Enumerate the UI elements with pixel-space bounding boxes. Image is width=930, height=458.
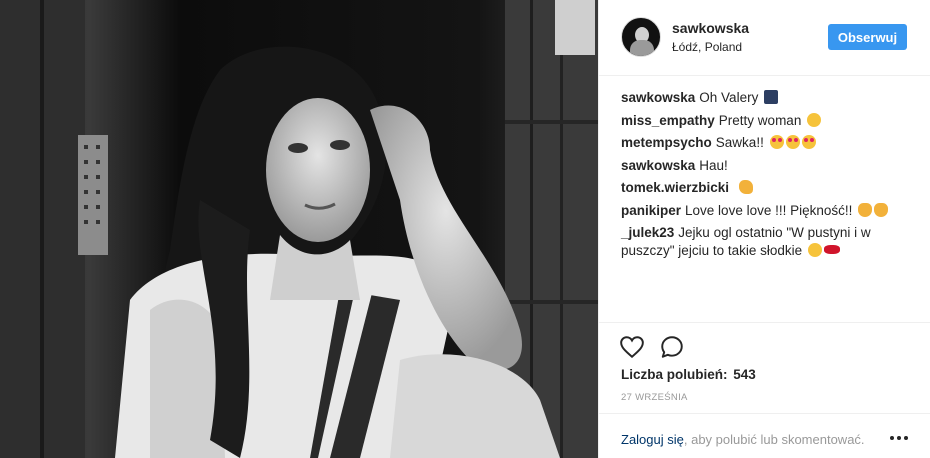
comment-username[interactable]: metempsycho [621, 135, 712, 150]
camera-emoji-icon [764, 90, 779, 104]
comment-username[interactable]: panikiper [621, 203, 681, 218]
follow-button[interactable]: Obserwuj [828, 24, 907, 50]
post-photo[interactable] [0, 0, 598, 458]
actions-divider [599, 322, 930, 323]
comment-item: _julek23 Jejku ogl ostatnio "W pustyni i … [621, 224, 911, 260]
comment-username[interactable]: _julek23 [621, 225, 674, 240]
comment-item: miss_empathy Pretty woman [621, 112, 911, 130]
speech-bubble-icon [661, 336, 683, 358]
login-link[interactable]: Zaloguj się [621, 432, 684, 447]
comment-username[interactable]: tomek.wierzbicki [621, 180, 729, 195]
post-sidebar: sawkowska Łódź, Poland Obserwuj sawkowsk… [598, 0, 930, 458]
ok-hand-emoji-icon [858, 202, 873, 217]
ok-hand-emoji-icon [874, 202, 889, 217]
login-prompt: Zaloguj się, aby polubić lub skomentować… [621, 432, 865, 447]
heart-eyes-emoji-icon [785, 135, 800, 149]
likes-number: 543 [733, 367, 756, 382]
lips-emoji-icon [823, 245, 840, 254]
header-username[interactable]: sawkowska [672, 20, 749, 36]
photo-image [0, 0, 598, 458]
heart-outline-icon [620, 336, 644, 359]
post-date: 27 września [621, 392, 688, 403]
comment-text: Oh Valery [699, 90, 759, 105]
heart-eyes-emoji-icon [801, 135, 816, 149]
comment-username[interactable]: miss_empathy [621, 113, 715, 128]
comment-text: Hau! [699, 157, 728, 173]
post-header: sawkowska Łódź, Poland Obserwuj [599, 0, 930, 76]
comment-item: tomek.wierzbicki [621, 179, 911, 197]
heart-eyes-emoji-icon [769, 135, 784, 149]
comment-item: metempsycho Sawka!! [621, 134, 911, 152]
comment-button[interactable] [659, 334, 685, 360]
comment-item: sawkowska Oh Valery [621, 89, 911, 107]
more-options-icon[interactable] [890, 434, 910, 442]
comment-text: Love love love !!! Piękność!! [685, 202, 853, 218]
like-button[interactable] [619, 334, 645, 360]
login-prompt-text: , aby polubić lub skomentować. [683, 432, 865, 447]
smile-emoji-icon [807, 112, 822, 127]
comments-list: sawkowska Oh Valery miss_empathy Pretty wo… [621, 89, 911, 265]
location-link[interactable]: Łódź, Poland [672, 40, 742, 54]
comment-username[interactable]: sawkowska [621, 90, 695, 105]
comment-username[interactable]: sawkowska [621, 158, 695, 173]
comment-item: panikiper Love love love !!! Piękność!! [621, 202, 911, 220]
muscle-emoji-icon [738, 180, 753, 194]
post-footer: Zaloguj się, aby polubić lub skomentować… [599, 413, 930, 458]
likes-label: Liczba polubień: [621, 367, 728, 382]
likes-count[interactable]: Liczba polubień: 543 [621, 367, 756, 382]
comment-text: Sawka!! [715, 135, 764, 150]
comment-item: sawkowska Hau! [621, 157, 911, 175]
avatar[interactable] [621, 17, 661, 57]
comment-text: Pretty woman [718, 112, 802, 128]
crying-emoji-icon [807, 243, 822, 257]
